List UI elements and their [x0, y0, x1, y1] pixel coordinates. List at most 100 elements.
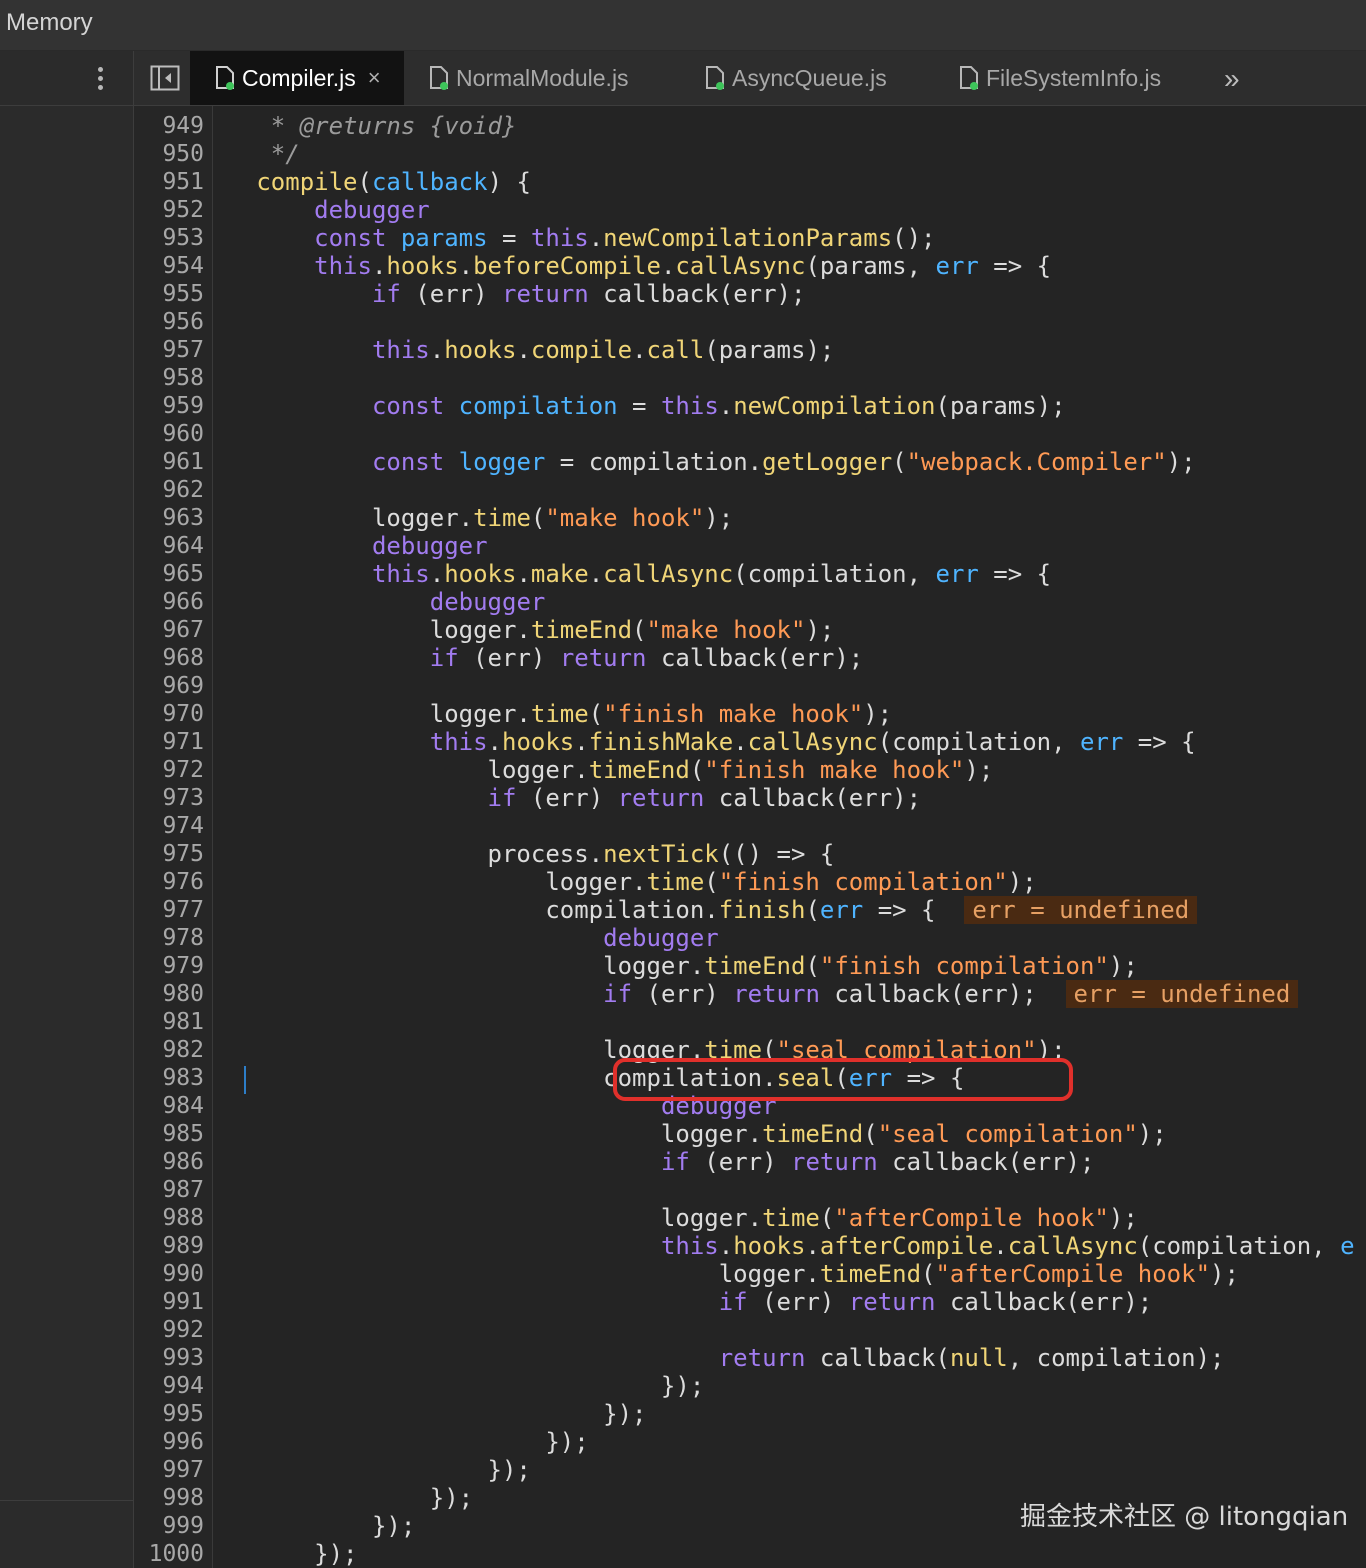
line-number[interactable]: 989: [134, 1232, 204, 1260]
line-number[interactable]: 964: [134, 532, 204, 560]
line-number[interactable]: 999: [134, 1512, 204, 1540]
line-number[interactable]: 981: [134, 1008, 204, 1036]
line-number[interactable]: 972: [134, 756, 204, 784]
tab-filesysteminfo-js[interactable]: FileSystemInfo.js: [958, 51, 1161, 105]
code-line: compilation.seal(err => {: [213, 1064, 965, 1092]
line-number[interactable]: 961: [134, 448, 204, 476]
line-number[interactable]: 1000: [134, 1540, 204, 1568]
line-number[interactable]: 969: [134, 672, 204, 700]
tab-compiler-js[interactable]: Compiler.js ×: [190, 51, 404, 105]
line-number[interactable]: 967: [134, 616, 204, 644]
navigator-sidebar: [0, 51, 134, 1568]
line-number[interactable]: 968: [134, 644, 204, 672]
line-number[interactable]: 974: [134, 812, 204, 840]
more-tabs-icon[interactable]: »: [1224, 63, 1240, 95]
code-line: logger.time("afterCompile hook");: [213, 1204, 1138, 1232]
line-number[interactable]: 986: [134, 1148, 204, 1176]
line-number[interactable]: 950: [134, 140, 204, 168]
line-number-gutter[interactable]: 949 950 951 952 953 954 955 956 957 958 959 960 961 9…: [134, 106, 213, 1568]
memory-panel-tab[interactable]: Memory: [6, 9, 93, 37]
code-line: logger.time("finish compilation");: [213, 868, 1037, 896]
line-number[interactable]: 957: [134, 336, 204, 364]
line-number[interactable]: 971: [134, 728, 204, 756]
file-icon: [430, 66, 448, 90]
line-number[interactable]: 996: [134, 1428, 204, 1456]
line-number[interactable]: 993: [134, 1344, 204, 1372]
tab-normalmodule-js[interactable]: NormalModule.js: [428, 51, 629, 105]
line-number[interactable]: 975: [134, 840, 204, 868]
line-number[interactable]: 973: [134, 784, 204, 812]
line-number[interactable]: 977: [134, 896, 204, 924]
devtools-sources-panel: Memory Compiler.js × NormalModule.js Asy…: [0, 0, 1366, 1568]
code-line: if (err) return callback(err);: [718, 1288, 1153, 1316]
navigator-divider: [0, 1500, 133, 1501]
line-number[interactable]: 954: [134, 252, 204, 280]
line-number[interactable]: 960: [134, 420, 204, 448]
line-number[interactable]: 955: [134, 280, 204, 308]
tab-label: FileSystemInfo.js: [986, 64, 1162, 91]
line-number[interactable]: 956: [134, 308, 204, 336]
tab-asyncqueue-js[interactable]: AsyncQueue.js: [704, 51, 887, 105]
line-number[interactable]: 953: [134, 224, 204, 252]
line-number[interactable]: 959: [134, 392, 204, 420]
code-line: this.hooks.make.callAsync(compilation, e…: [371, 560, 1052, 588]
line-number[interactable]: 988: [134, 1204, 204, 1232]
file-icon: [706, 66, 724, 90]
line-number[interactable]: 995: [134, 1400, 204, 1428]
line-number[interactable]: 992: [134, 1316, 204, 1344]
line-number[interactable]: 951: [134, 168, 204, 196]
navigator-header: [0, 51, 133, 106]
line-number[interactable]: 979: [134, 952, 204, 980]
code-line: if (err) return callback(err);: [660, 1148, 1095, 1176]
code-line: logger.timeEnd("finish compilation");: [213, 952, 1138, 980]
line-number[interactable]: 985: [134, 1120, 204, 1148]
close-icon[interactable]: ×: [368, 65, 381, 91]
line-number[interactable]: 952: [134, 196, 204, 224]
code-line: });: [213, 1456, 531, 1484]
line-number[interactable]: 965: [134, 560, 204, 588]
code-line: if (err) return callback(err); err = und…: [213, 980, 1366, 1008]
line-number[interactable]: 984: [134, 1092, 204, 1120]
code-line: debugger: [314, 196, 430, 224]
code-line: });: [213, 1372, 705, 1400]
text-cursor: [244, 1066, 246, 1094]
code-line: logger.time("finish make hook");: [213, 700, 893, 728]
code-line: });: [213, 1540, 358, 1568]
line-number[interactable]: 970: [134, 700, 204, 728]
line-number[interactable]: 998: [134, 1484, 204, 1512]
line-number[interactable]: 958: [134, 364, 204, 392]
toggle-navigator-icon[interactable]: [150, 65, 180, 91]
code-line: this.hooks.finishMake.callAsync(compilat…: [429, 728, 1196, 756]
code-editor[interactable]: * @returns {void} */ compile(callback) {…: [213, 106, 1366, 1568]
line-number[interactable]: 983: [134, 1064, 204, 1092]
line-number[interactable]: 987: [134, 1176, 204, 1204]
code-line: const params = this.newCompilationParams…: [314, 224, 936, 252]
code-line: logger.timeEnd("make hook");: [213, 616, 835, 644]
line-number[interactable]: 978: [134, 924, 204, 952]
line-number[interactable]: 962: [134, 476, 204, 504]
line-number[interactable]: 997: [134, 1456, 204, 1484]
code-line: logger.time("seal compilation");: [213, 1036, 1066, 1064]
line-number[interactable]: 949: [134, 112, 204, 140]
code-line: this.hooks.compile.call(params);: [371, 336, 835, 364]
line-number[interactable]: 982: [134, 1036, 204, 1064]
line-number[interactable]: 966: [134, 588, 204, 616]
code-line: if (err) return callback(err);: [371, 280, 806, 308]
code-line: debugger: [603, 924, 719, 952]
line-number[interactable]: 990: [134, 1260, 204, 1288]
line-number[interactable]: 991: [134, 1288, 204, 1316]
line-number[interactable]: 994: [134, 1372, 204, 1400]
code-line: });: [213, 1400, 647, 1428]
line-number[interactable]: 980: [134, 980, 204, 1008]
code-line: * @returns {void}: [270, 112, 517, 140]
code-line: logger.timeEnd("seal compilation");: [213, 1120, 1167, 1148]
line-number[interactable]: 963: [134, 504, 204, 532]
more-options-icon[interactable]: [95, 65, 105, 93]
line-number[interactable]: 976: [134, 868, 204, 896]
watermark: 掘金技术社区 @ litongqian: [1020, 1502, 1349, 1532]
